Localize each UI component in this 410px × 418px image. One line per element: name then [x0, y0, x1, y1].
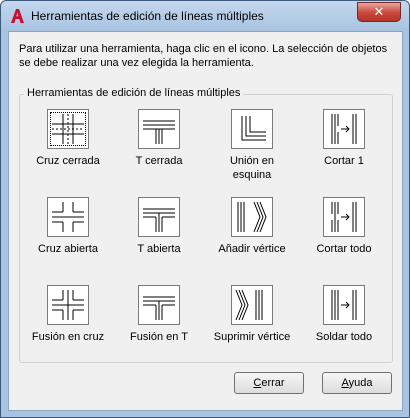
- window-title: Herramientas de edición de líneas múltip…: [31, 9, 264, 23]
- help-button-text: yuda: [348, 377, 373, 389]
- tool-label: T abierta: [137, 243, 181, 255]
- tools-group: Herramientas de edición de líneas múltip…: [19, 87, 393, 363]
- closed-cross-icon[interactable]: [47, 109, 89, 149]
- corner-joint-icon[interactable]: [231, 109, 273, 149]
- tool-label: Unión en esquina: [229, 155, 275, 181]
- help-button[interactable]: Ayuda: [322, 372, 392, 394]
- tool-corner-joint[interactable]: Unión en esquina: [212, 109, 292, 182]
- merged-cross-icon[interactable]: [47, 285, 89, 325]
- tool-label: Soldar todo: [315, 331, 373, 343]
- tool-label: Suprimir vértice: [213, 331, 291, 343]
- tool-merged-tee[interactable]: Fusión en T: [119, 285, 199, 344]
- tool-label: Fusión en T: [130, 331, 188, 343]
- close-button[interactable]: Cerrar: [234, 372, 304, 394]
- tool-open-cross[interactable]: Cruz abierta: [28, 197, 108, 256]
- group-legend: Herramientas de edición de líneas múltip…: [24, 87, 244, 99]
- tool-label: Cruz cerrada: [36, 155, 100, 167]
- title-bar[interactable]: Herramientas de edición de líneas múltip…: [1, 1, 409, 31]
- autocad-logo-icon: [11, 9, 24, 23]
- weld-all-icon[interactable]: [323, 285, 365, 325]
- close-button-text: errar: [261, 377, 285, 389]
- cut-single-icon[interactable]: [323, 109, 365, 149]
- tool-cut-single[interactable]: Cortar 1: [304, 109, 384, 168]
- cut-all-icon[interactable]: [323, 197, 365, 237]
- tool-closed-cross[interactable]: Cruz cerrada: [28, 109, 108, 168]
- tool-label: Cruz abierta: [38, 243, 98, 255]
- tool-cut-all[interactable]: Cortar todo: [304, 197, 384, 256]
- dialog-client-area: Para utilizar una herramienta, haga clic…: [8, 31, 403, 411]
- open-cross-icon[interactable]: [47, 197, 89, 237]
- delete-vertex-icon[interactable]: [231, 285, 273, 325]
- tool-open-tee[interactable]: T abierta: [119, 197, 199, 256]
- tool-delete-vertex[interactable]: Suprimir vértice: [212, 285, 292, 344]
- instructions-text: Para utilizar una herramienta, haga clic…: [19, 43, 388, 69]
- tool-label: Cortar todo: [316, 243, 372, 255]
- tool-weld-all[interactable]: Soldar todo: [304, 285, 384, 344]
- open-tee-icon[interactable]: [138, 197, 180, 237]
- merged-tee-icon[interactable]: [138, 285, 180, 325]
- tool-label: Fusión en cruz: [31, 331, 105, 343]
- tool-closed-tee[interactable]: T cerrada: [119, 109, 199, 168]
- closed-tee-icon[interactable]: [138, 109, 180, 149]
- help-button-mnemonic: A: [341, 377, 349, 389]
- tool-label: Cortar 1: [324, 155, 364, 167]
- tool-label: Añadir vértice: [218, 243, 286, 255]
- tool-label: T cerrada: [135, 155, 183, 167]
- tool-add-vertex[interactable]: Añadir vértice: [212, 197, 292, 256]
- tool-merged-cross[interactable]: Fusión en cruz: [28, 285, 108, 344]
- close-window-button[interactable]: ✕: [357, 2, 401, 22]
- add-vertex-icon[interactable]: [231, 197, 273, 237]
- dialog-window: Herramientas de edición de líneas múltip…: [0, 0, 410, 418]
